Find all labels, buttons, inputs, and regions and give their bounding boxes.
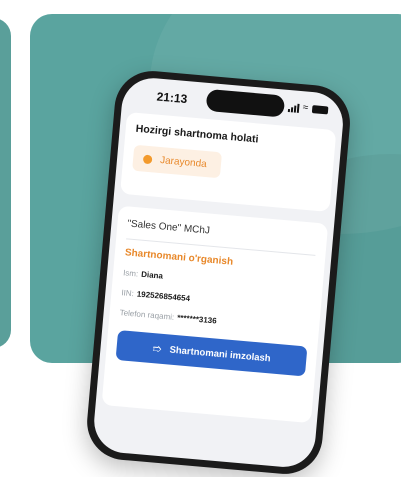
dynamic-island <box>205 88 286 118</box>
phone-value: *******3136 <box>176 313 218 326</box>
phone-mockup: 21:13 ≈ Hozirgi shartnoma holati Jarayon… <box>84 68 354 477</box>
status-label: Jarayonda <box>159 154 208 170</box>
signal-icon <box>287 102 300 113</box>
phone-screen: 21:13 ≈ Hozirgi shartnoma holati Jarayon… <box>91 75 346 470</box>
inn-value: 192526854654 <box>136 289 191 304</box>
contract-card: "Sales One" MChJ Shartnomani o'rganish I… <box>101 205 329 424</box>
status-badge: Jarayonda <box>132 144 223 179</box>
left-background-card <box>0 18 11 348</box>
status-time: 21:13 <box>156 89 188 107</box>
current-status-card: Hozirgi shartnoma holati Jarayonda <box>120 111 337 212</box>
status-card-title: Hozirgi shartnoma holati <box>135 122 259 146</box>
wifi-icon: ≈ <box>302 102 309 114</box>
battery-icon <box>311 105 329 115</box>
sign-button-label: Shartnomani imzolash <box>169 344 272 364</box>
company-name: "Sales One" MChJ <box>126 218 211 237</box>
inn-label: IIN: <box>121 288 135 299</box>
review-contract-link[interactable]: Shartnomani o'rganish <box>124 247 233 267</box>
status-icons: ≈ <box>287 102 329 115</box>
inn-row: IIN: 192526854654 <box>121 288 190 303</box>
phone-label: Telefon raqami: <box>119 308 175 322</box>
name-row: Ism: Diana <box>123 268 164 280</box>
name-value: Diana <box>140 269 164 281</box>
signature-icon: ➱ <box>151 342 163 356</box>
status-dot-icon <box>142 154 153 164</box>
name-label: Ism: <box>122 268 139 279</box>
sign-contract-button[interactable]: ➱ Shartnomani imzolash <box>115 330 308 377</box>
phone-row: Telefon raqami: *******3136 <box>119 308 217 325</box>
